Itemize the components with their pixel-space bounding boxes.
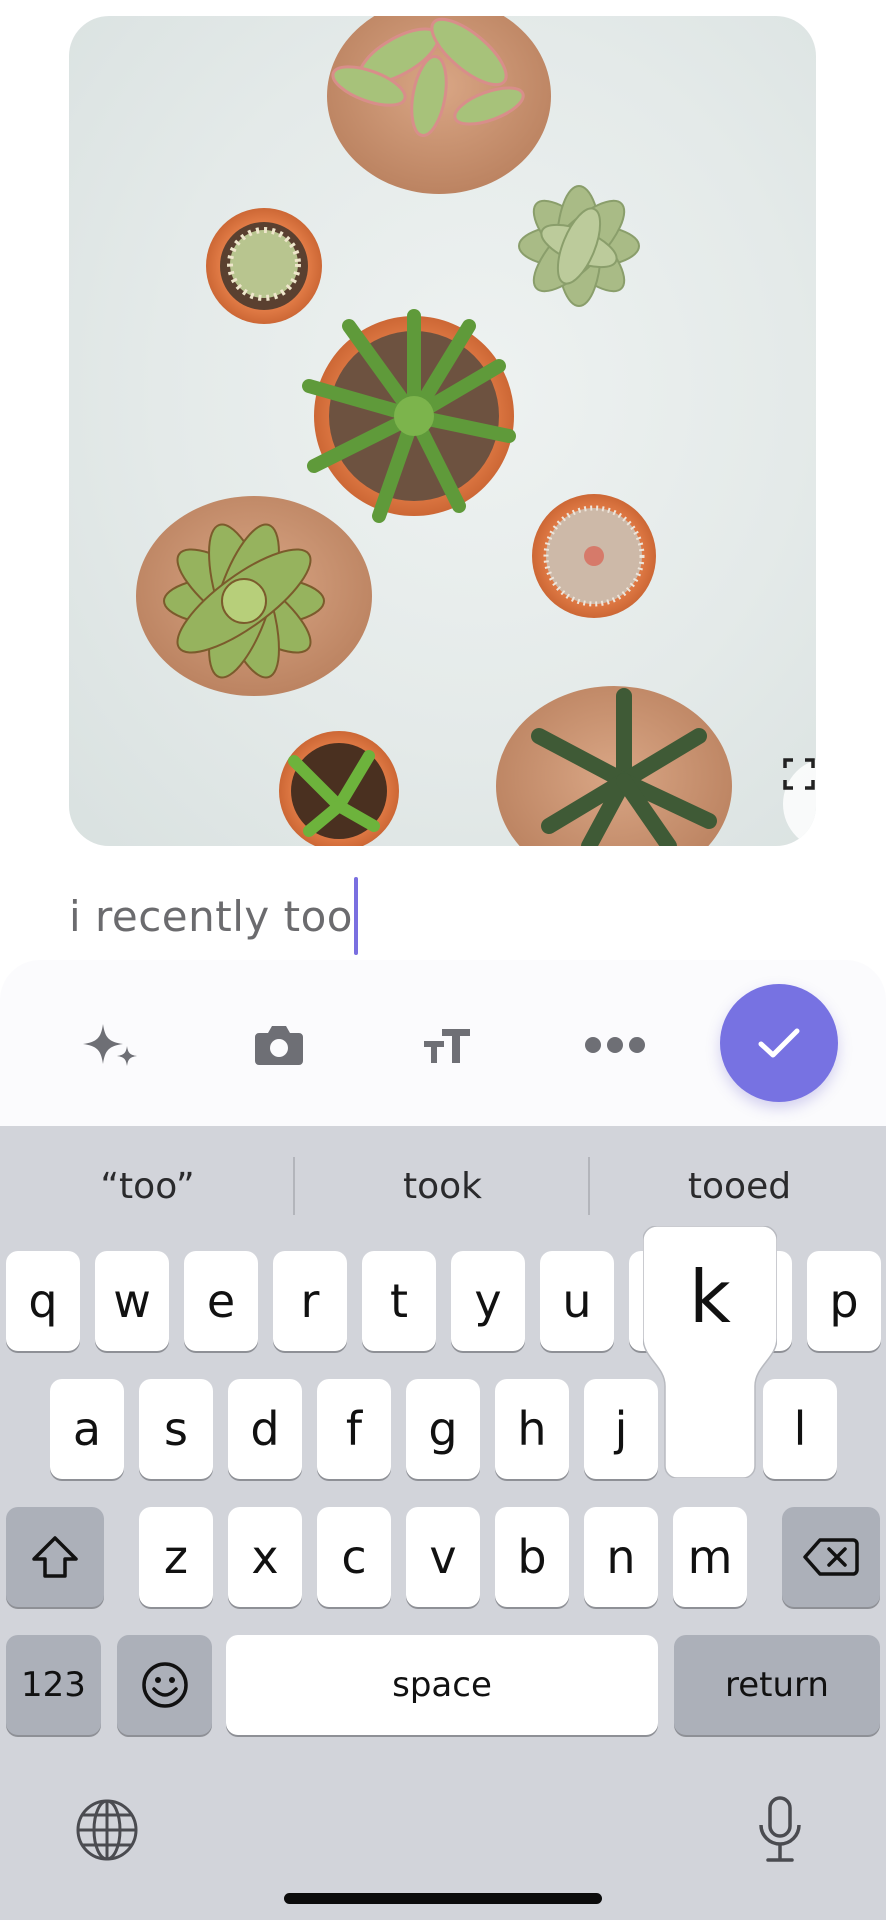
sparkles-icon xyxy=(83,1024,137,1066)
emoji-key[interactable] xyxy=(117,1635,212,1735)
key-s[interactable]: s xyxy=(139,1379,213,1479)
photo-preview[interactable] xyxy=(69,16,816,846)
suggestion-divider xyxy=(588,1157,590,1215)
suggestion-item[interactable]: “too” xyxy=(30,1156,265,1216)
space-key[interactable]: space xyxy=(226,1635,658,1735)
key-d[interactable]: d xyxy=(228,1379,302,1479)
camera-icon xyxy=(255,1026,303,1065)
suggestion-item[interactable]: tooed xyxy=(622,1156,857,1216)
suggestion-divider xyxy=(293,1157,295,1215)
text-format-button[interactable] xyxy=(412,1010,482,1080)
more-icon xyxy=(585,1037,645,1053)
key-t[interactable]: t xyxy=(362,1251,436,1351)
key-g[interactable]: g xyxy=(406,1379,480,1479)
key-c[interactable]: c xyxy=(317,1507,391,1607)
key-r[interactable]: r xyxy=(273,1251,347,1351)
text-size-icon xyxy=(424,1029,470,1063)
backspace-icon xyxy=(803,1538,859,1576)
camera-button[interactable] xyxy=(244,1010,314,1080)
delete-key[interactable] xyxy=(782,1507,880,1607)
key-w[interactable]: w xyxy=(95,1251,169,1351)
dictation-button[interactable] xyxy=(740,1790,820,1870)
globe-button[interactable] xyxy=(67,1790,147,1870)
text-cursor xyxy=(353,877,358,955)
expand-icon xyxy=(783,758,815,790)
key-x[interactable]: x xyxy=(228,1507,302,1607)
key-z[interactable]: z xyxy=(139,1507,213,1607)
succulents-photo xyxy=(136,16,732,846)
return-key[interactable]: return xyxy=(674,1635,880,1735)
checkmark-icon xyxy=(758,1028,800,1058)
key-y[interactable]: y xyxy=(451,1251,525,1351)
globe-icon xyxy=(76,1799,138,1861)
key-a[interactable]: a xyxy=(50,1379,124,1479)
confirm-button[interactable] xyxy=(720,984,838,1102)
key-h[interactable]: h xyxy=(495,1379,569,1479)
shift-icon xyxy=(32,1536,78,1578)
key-n[interactable]: n xyxy=(584,1507,658,1607)
key-f[interactable]: f xyxy=(317,1379,391,1479)
shift-key[interactable] xyxy=(6,1507,104,1607)
emoji-icon xyxy=(141,1662,188,1708)
ai-assist-button[interactable] xyxy=(76,1010,146,1080)
numbers-key[interactable]: 123 xyxy=(6,1635,101,1735)
key-b[interactable]: b xyxy=(495,1507,569,1607)
microphone-icon xyxy=(759,1796,801,1862)
key-u[interactable]: u xyxy=(540,1251,614,1351)
key-m[interactable]: m xyxy=(673,1507,747,1607)
key-v[interactable]: v xyxy=(406,1507,480,1607)
home-indicator[interactable] xyxy=(284,1893,602,1904)
key-e[interactable]: e xyxy=(184,1251,258,1351)
key-q[interactable]: q xyxy=(6,1251,80,1351)
post-text-input[interactable]: i recently too xyxy=(69,877,358,955)
suggestion-item[interactable]: took xyxy=(325,1156,560,1216)
more-options-button[interactable] xyxy=(580,1010,650,1080)
key-p[interactable]: p xyxy=(807,1251,881,1351)
key-k-label: k xyxy=(689,1255,731,1339)
post-text: i recently too xyxy=(69,891,353,941)
